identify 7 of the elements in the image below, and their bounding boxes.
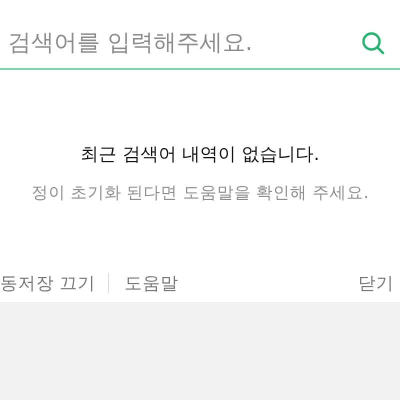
search-icon[interactable] bbox=[360, 30, 386, 56]
footer-link[interactable]: 동저장 끄기 bbox=[0, 271, 96, 295]
close-button[interactable]: 닫기 bbox=[358, 271, 394, 295]
footer-link[interactable]: 도움말 bbox=[124, 271, 179, 295]
empty-hint: 정이 초기화 된다면 도움말을 확인해 주세요. bbox=[31, 182, 369, 204]
empty-title: 최근 검색어 내역이 없습니다. bbox=[80, 143, 320, 166]
search-field[interactable]: 검색어를 입력해주세요. bbox=[8, 30, 360, 56]
